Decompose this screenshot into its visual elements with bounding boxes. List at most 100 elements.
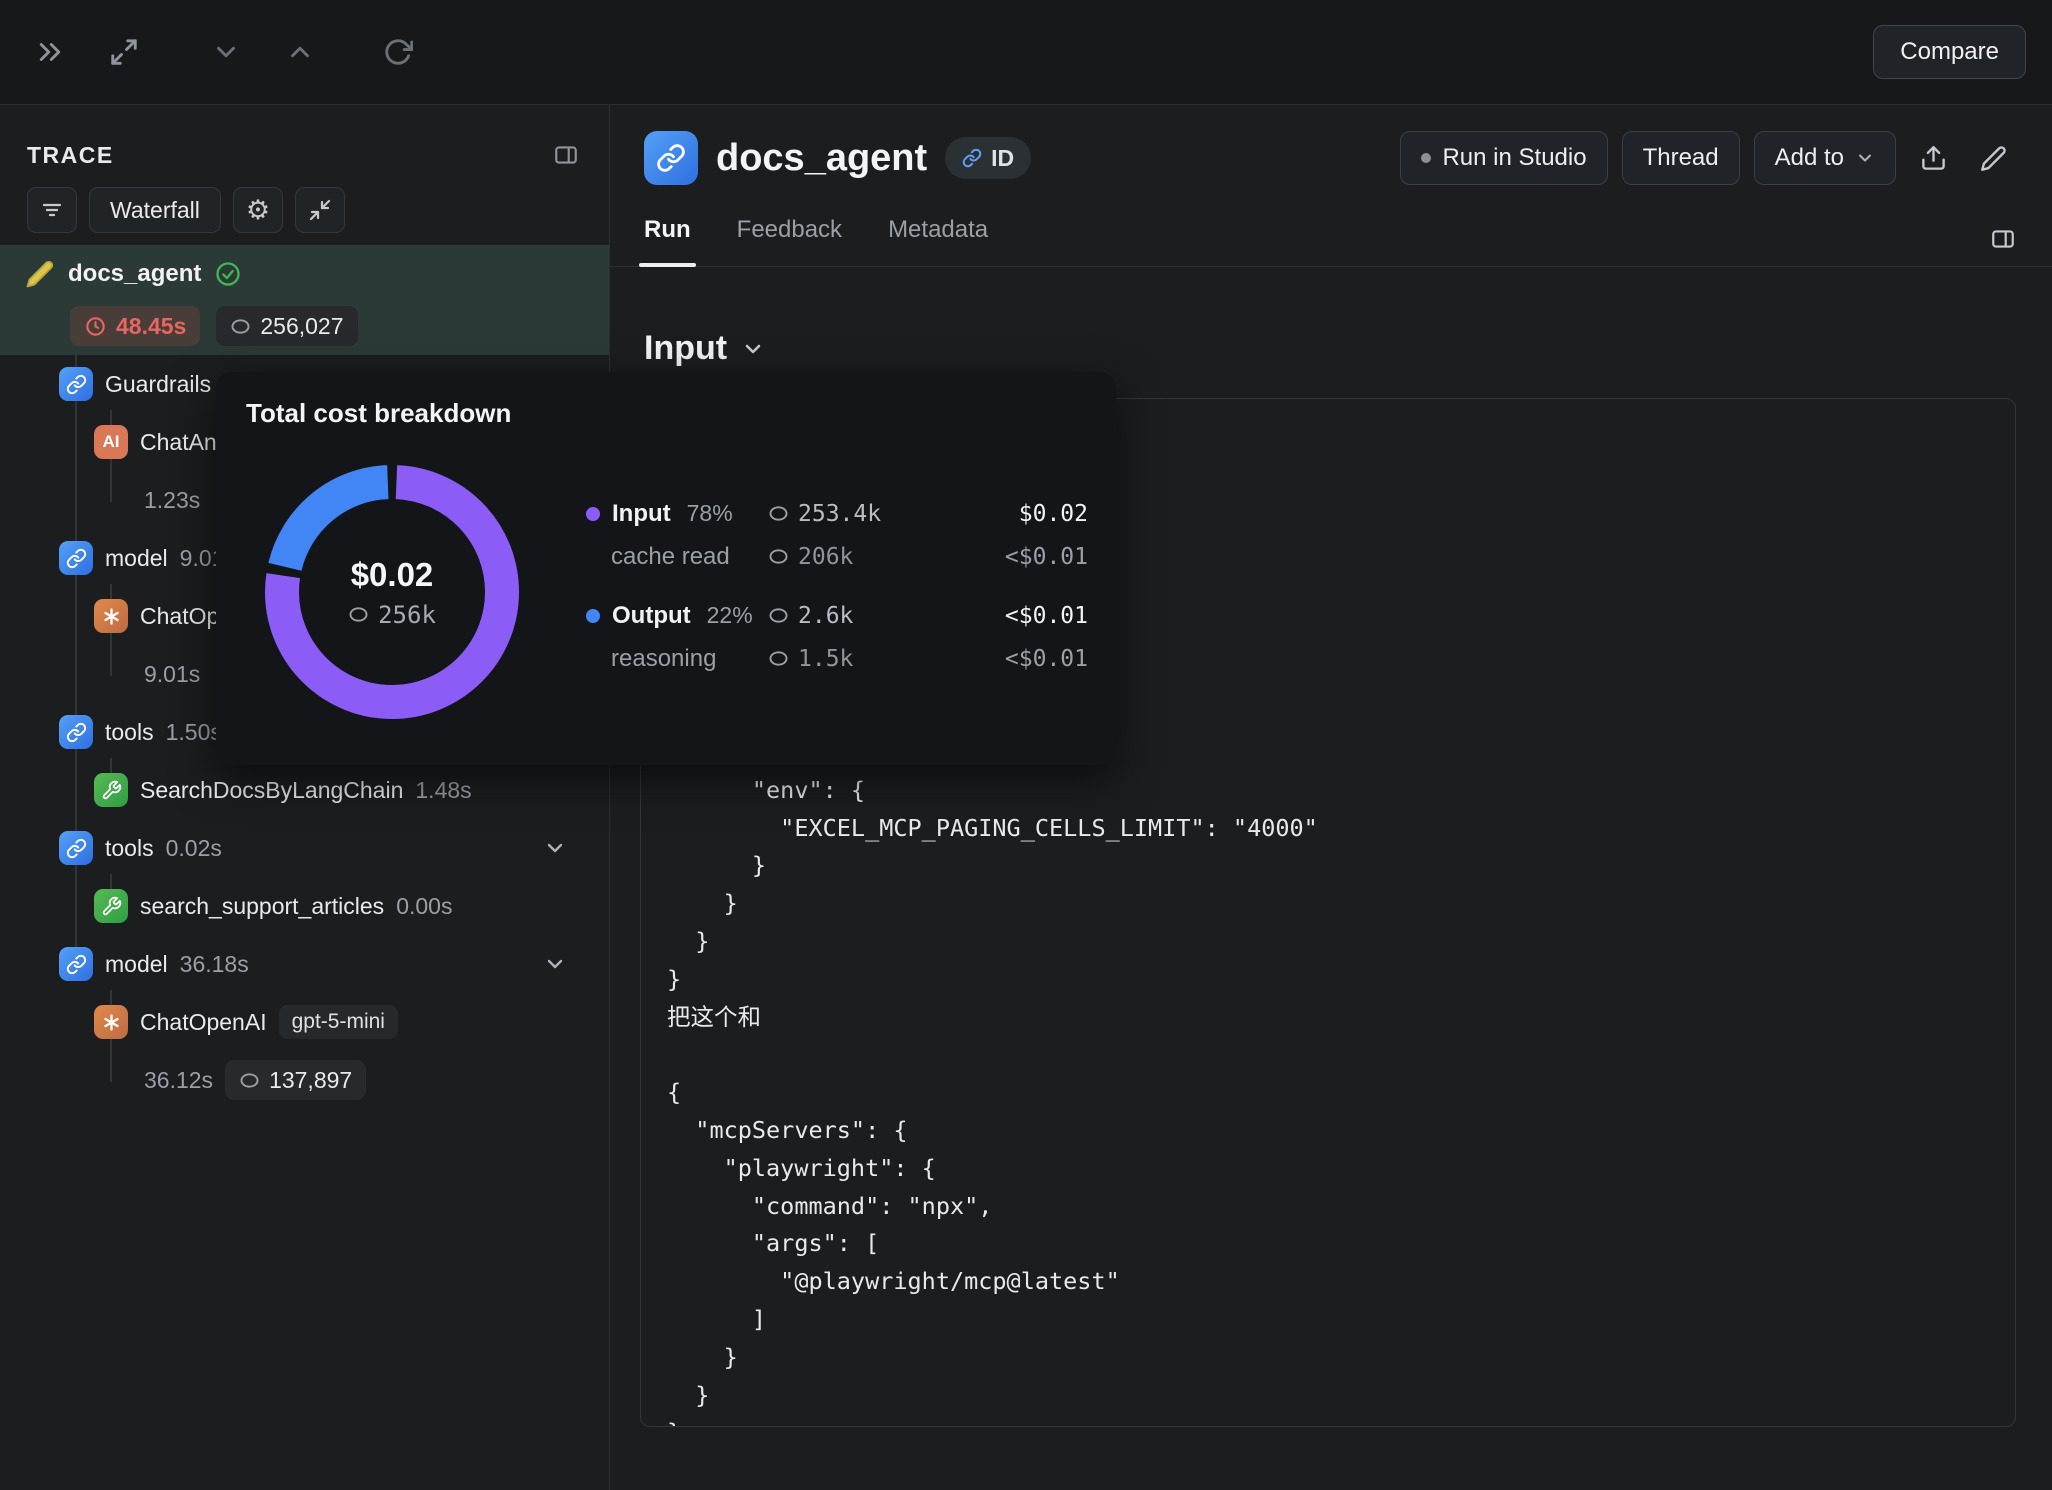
prev-run-chevron-down-icon[interactable] — [206, 32, 246, 72]
token-icon — [768, 607, 789, 624]
share-icon — [1920, 145, 1947, 172]
legend-label-cell: reasoning — [586, 645, 768, 673]
trace-row-label: search_support_articles — [140, 893, 384, 920]
run-in-studio-button[interactable]: Run in Studio — [1400, 131, 1607, 185]
wrench-icon — [94, 773, 128, 807]
run-id-badge[interactable]: ID — [945, 137, 1031, 179]
total-tokens-value: 256k — [348, 601, 436, 629]
tab-metadata[interactable]: Metadata — [888, 216, 988, 266]
chevron-down-icon[interactable] — [543, 952, 567, 976]
openai-icon — [94, 1005, 128, 1039]
panel-split-icon[interactable] — [1990, 226, 2016, 252]
trace-duration: 0.00s — [396, 893, 452, 920]
total-cost-value: $0.02 — [351, 556, 434, 594]
trace-duration: 1.48s — [415, 777, 471, 804]
legend-percent: 22% — [707, 602, 753, 629]
model-badge: gpt-5-mini — [279, 1005, 398, 1039]
panel-split-icon[interactable] — [553, 142, 579, 168]
legend-tokens: 2.6k — [768, 603, 953, 629]
trace-row-search-support-articles[interactable]: search_support_articles 0.00s — [0, 877, 609, 935]
legend-dot — [586, 609, 600, 623]
view-mode-button[interactable]: Waterfall — [89, 187, 221, 233]
top-toolbar: Compare — [0, 0, 2052, 105]
agent-pencil-icon — [25, 259, 55, 289]
link-icon — [962, 148, 982, 168]
trace-duration: 1.23s — [144, 487, 200, 514]
token-icon — [768, 505, 789, 522]
legend-label-cell: Input 78% — [586, 500, 768, 528]
legend-percent: 78% — [687, 500, 733, 527]
wrench-icon — [94, 889, 128, 923]
thread-button[interactable]: Thread — [1622, 131, 1740, 185]
trace-panel: TRACE Waterfall ⚙ — [0, 105, 610, 1490]
chain-link-icon — [59, 715, 93, 749]
success-check-icon — [214, 260, 242, 288]
chain-link-icon — [59, 831, 93, 865]
trace-panel-title: TRACE — [27, 142, 114, 169]
legend-row-reasoning: reasoning1.5k<$0.01 — [586, 637, 1088, 680]
legend-token-value: 253.4k — [798, 501, 881, 527]
add-to-button[interactable]: Add to — [1754, 131, 1896, 185]
cost-breakdown-tooltip: Total cost breakdown $0.02 256k Input78%… — [216, 372, 1116, 765]
trace-row-searchdocsbylangchain[interactable]: SearchDocsByLangChain 1.48s — [0, 761, 609, 819]
legend-cost: <$0.01 — [953, 603, 1088, 629]
trace-row-model[interactable]: model 36.18s — [0, 935, 609, 993]
refresh-icon[interactable] — [378, 32, 418, 72]
legend-label: cache read — [611, 543, 730, 571]
trace-duration: 0.02s — [166, 835, 222, 862]
input-section-title: Input — [644, 329, 727, 368]
token-icon — [239, 1072, 260, 1089]
compare-button[interactable]: Compare — [1873, 25, 2026, 79]
tab-feedback[interactable]: Feedback — [737, 216, 842, 266]
pencil-icon — [1980, 145, 2007, 172]
trace-row-docs-agent[interactable]: docs_agent 48.45s 256,027 — [0, 245, 609, 355]
chevron-down-icon — [1855, 148, 1875, 168]
legend-label: Output — [612, 602, 691, 630]
collapse-all-button[interactable] — [295, 187, 345, 233]
trace-duration: 1.50s — [166, 719, 222, 746]
legend-token-value: 2.6k — [798, 603, 853, 629]
legend-cost: $0.02 — [953, 501, 1088, 527]
edit-button[interactable] — [1970, 135, 2016, 181]
legend-row-output: Output 22% 2.6k <$0.01 — [586, 594, 1088, 637]
trace-row-label: tools — [105, 719, 154, 746]
trace-row-tools[interactable]: tools0.02s — [0, 819, 609, 877]
legend-tokens: 206k — [768, 544, 953, 570]
token-icon — [768, 650, 789, 667]
tabs: Run Feedback Metadata — [644, 216, 988, 266]
chain-link-icon — [59, 541, 93, 575]
view-mode-label: Waterfall — [102, 197, 208, 224]
token-count-badge: 137,897 — [225, 1060, 366, 1100]
legend-dot — [586, 507, 600, 521]
share-button[interactable] — [1910, 135, 1956, 181]
trace-row-label: Guardrails — [105, 371, 211, 398]
chain-link-icon — [59, 367, 93, 401]
legend-cost: <$0.01 — [953, 544, 1088, 570]
trace-duration: 36.18s — [180, 951, 249, 978]
token-icon — [348, 606, 369, 623]
trace-row-label: SearchDocsByLangChain — [140, 777, 403, 804]
page-title: docs_agent — [716, 137, 927, 180]
tab-run[interactable]: Run — [644, 216, 691, 266]
fullscreen-icon[interactable] — [104, 32, 144, 72]
legend-token-value: 206k — [798, 544, 853, 570]
trace-settings-button[interactable]: ⚙ — [233, 187, 283, 233]
gear-icon: ⚙ — [246, 197, 270, 224]
collapse-panel-icon[interactable] — [30, 32, 70, 72]
token-count-badge: 256,027 — [216, 306, 357, 346]
filter-button[interactable] — [27, 187, 77, 233]
token-icon — [768, 548, 789, 565]
legend-label: reasoning — [611, 645, 716, 673]
trace-row-stats[interactable]: 36.12s 137,897 — [0, 1051, 609, 1109]
trace-duration: 36.12s — [144, 1067, 213, 1094]
anthropic-icon: AI — [94, 425, 128, 459]
input-section-header[interactable]: Input — [644, 329, 2052, 368]
legend-row-cache-read: cache read 206k <$0.01 — [586, 535, 1088, 578]
trace-row-chatopenai[interactable]: ChatOpenAIgpt-5-mini — [0, 993, 609, 1051]
cost-legend: Input78%253.4k$0.02cache read206k<$0.01O… — [586, 492, 1088, 680]
chevron-down-icon[interactable] — [543, 836, 567, 860]
trace-row-label: model — [105, 951, 168, 978]
next-run-chevron-up-icon[interactable] — [280, 32, 320, 72]
legend-label: Input — [612, 500, 671, 528]
trace-row-label: model — [105, 545, 168, 572]
